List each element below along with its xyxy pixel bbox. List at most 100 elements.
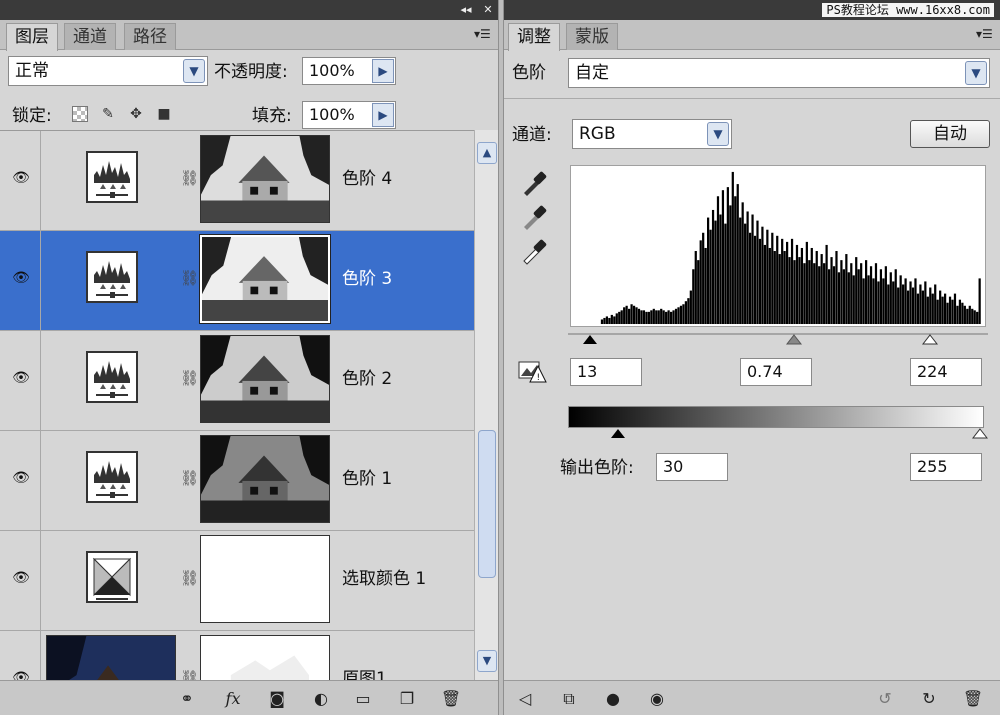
adjustment-icon[interactable] — [86, 251, 138, 303]
scroll-thumb[interactable] — [478, 430, 496, 578]
eye-icon[interactable]: 👁 — [11, 471, 31, 485]
chain-link-icon[interactable]: ⛓ — [180, 169, 199, 187]
output-white-slider[interactable] — [971, 428, 988, 439]
blend-mode-select[interactable]: 正常 ▼ — [8, 56, 208, 86]
chain-link-icon[interactable]: ⛓ — [180, 669, 199, 680]
white-point-slider[interactable] — [921, 334, 939, 345]
chain-link-icon[interactable]: ⛓ — [180, 569, 199, 587]
output-white-field[interactable]: 255 — [910, 453, 982, 481]
input-white-field[interactable]: 224 — [910, 358, 982, 386]
layer-row[interactable]: 👁 ⛓ 色阶 2 — [0, 331, 474, 431]
layer-mask-thumbnail[interactable] — [200, 635, 330, 680]
new-layer-icon[interactable]: ❐ — [396, 689, 418, 709]
eye-icon[interactable]: 👁 — [11, 271, 31, 285]
panel-menu-icon[interactable]: ▾☰ — [474, 27, 492, 41]
fill-field[interactable]: 100% ▶ — [302, 101, 396, 129]
layer-row[interactable]: 👁 ⛓ 色阶 4 — [0, 131, 474, 231]
layer-name[interactable]: 色阶 3 — [342, 269, 392, 289]
eye-icon[interactable]: 👁 — [11, 671, 31, 680]
fx-icon[interactable]: fx — [222, 689, 244, 709]
lock-transparency-icon[interactable] — [72, 106, 88, 122]
chain-link-icon[interactable]: ⛓ — [180, 469, 199, 487]
white-eyedropper-icon[interactable] — [518, 236, 548, 266]
layer-name[interactable]: 色阶 2 — [342, 369, 392, 389]
chain-link-icon[interactable]: ⛓ — [180, 369, 199, 387]
fill-slider-arrow-icon[interactable]: ▶ — [372, 103, 394, 127]
visibility-toggle[interactable]: 👁 — [0, 531, 41, 630]
mask-icon[interactable]: ◙ — [266, 689, 288, 709]
opacity-slider-arrow-icon[interactable]: ▶ — [372, 59, 394, 83]
layer-thumbnail[interactable] — [199, 234, 331, 324]
gray-eyedropper-icon[interactable] — [518, 202, 548, 232]
layer-mask-thumbnail[interactable] — [200, 535, 330, 623]
auto-button[interactable]: 自动 — [910, 120, 990, 148]
opacity-field[interactable]: 100% ▶ — [302, 57, 396, 85]
view-previous-icon[interactable]: ● — [602, 689, 624, 709]
layer-thumbnail[interactable] — [200, 135, 330, 223]
chain-link-icon[interactable]: ⛓ — [180, 269, 199, 287]
input-gamma-field[interactable]: 0.74 — [740, 358, 812, 386]
brush-icon[interactable]: ✎ — [100, 106, 116, 122]
visibility-toggle[interactable]: 👁 — [0, 331, 41, 430]
tab-layers[interactable]: 图层 — [6, 23, 58, 51]
reset-icon[interactable]: ↺ — [874, 689, 896, 709]
layer-thumbnail[interactable] — [200, 335, 330, 423]
input-black-field[interactable]: 13 — [570, 358, 642, 386]
trash-icon[interactable]: 🗑 — [962, 689, 984, 709]
output-black-field[interactable]: 30 — [656, 453, 728, 481]
tab-paths[interactable]: 路径 — [124, 23, 176, 50]
input-levels-slider[interactable] — [568, 332, 988, 346]
visibility-toggle[interactable]: 👁 — [0, 131, 41, 230]
output-black-slider[interactable] — [611, 429, 625, 438]
output-levels-slider[interactable] — [568, 428, 988, 442]
layer-row[interactable]: 👁 ⛓ 原图1 — [0, 631, 474, 680]
adjustment-icon[interactable] — [86, 551, 138, 603]
chevron-down-icon[interactable]: ▼ — [183, 59, 205, 83]
layer-thumbnail[interactable] — [46, 635, 176, 680]
collapse-icon[interactable]: ◂◂ — [458, 3, 474, 17]
link-icon[interactable]: ⚭ — [176, 689, 198, 709]
eye-icon[interactable]: 👁 — [11, 571, 31, 585]
clipping-warning-icon[interactable]: ! — [518, 358, 548, 384]
layer-row[interactable]: 👁 ⛓ 色阶 3 — [0, 231, 474, 331]
visibility-toggle[interactable]: 👁 — [0, 231, 41, 330]
chevron-down-icon[interactable]: ▼ — [965, 61, 987, 85]
back-arrow-icon[interactable]: ◁ — [514, 689, 536, 709]
black-point-slider[interactable] — [583, 335, 597, 344]
tab-channels[interactable]: 通道 — [64, 23, 116, 50]
adjustment-icon[interactable] — [86, 451, 138, 503]
tab-masks[interactable]: 蒙版 — [566, 23, 618, 50]
tab-adjustments[interactable]: 调整 — [508, 23, 560, 51]
visibility-toggle[interactable]: 👁 — [0, 631, 41, 680]
eye-icon[interactable]: ◉ — [646, 689, 668, 709]
layer-name[interactable]: 原图1 — [342, 669, 387, 680]
adjustment-icon[interactable] — [86, 151, 138, 203]
visibility-toggle[interactable]: 👁 — [0, 431, 41, 530]
black-eyedropper-icon[interactable] — [518, 168, 548, 198]
scroll-down-icon[interactable]: ▼ — [477, 650, 497, 672]
panel-menu-icon[interactable]: ▾☰ — [976, 27, 994, 41]
layer-thumbnail[interactable] — [200, 435, 330, 523]
refresh-icon[interactable]: ↻ — [918, 689, 940, 709]
adjustment-icon[interactable] — [86, 351, 138, 403]
layer-name[interactable]: 色阶 1 — [342, 469, 392, 489]
layer-row[interactable]: 👁 ⛓ 色阶 1 — [0, 431, 474, 531]
layer-list-scrollbar[interactable]: ▲ ▼ — [474, 130, 498, 680]
scroll-up-icon[interactable]: ▲ — [477, 142, 497, 164]
lock-icon[interactable]: ■ — [156, 106, 172, 122]
layer-name[interactable]: 色阶 4 — [342, 169, 392, 189]
adjustment-layer-icon[interactable]: ◐ — [310, 689, 332, 709]
move-icon[interactable]: ✥ — [128, 106, 144, 122]
folder-icon[interactable]: ▭ — [352, 689, 374, 709]
layer-name[interactable]: 选取颜色 1 — [342, 569, 426, 589]
eye-icon[interactable]: 👁 — [11, 371, 31, 385]
layer-row[interactable]: 👁 ⛓ 选取颜色 1 — [0, 531, 474, 631]
channel-select[interactable]: RGB ▼ — [572, 119, 732, 149]
preset-select[interactable]: 自定 ▼ — [568, 58, 990, 88]
chevron-down-icon[interactable]: ▼ — [707, 122, 729, 146]
trash-icon[interactable]: 🗑 — [440, 689, 462, 709]
close-icon[interactable]: ✕ — [480, 3, 496, 17]
eye-icon[interactable]: 👁 — [11, 171, 31, 185]
clip-to-layer-icon[interactable]: ⧉ — [558, 689, 580, 709]
gamma-slider[interactable] — [785, 334, 803, 345]
